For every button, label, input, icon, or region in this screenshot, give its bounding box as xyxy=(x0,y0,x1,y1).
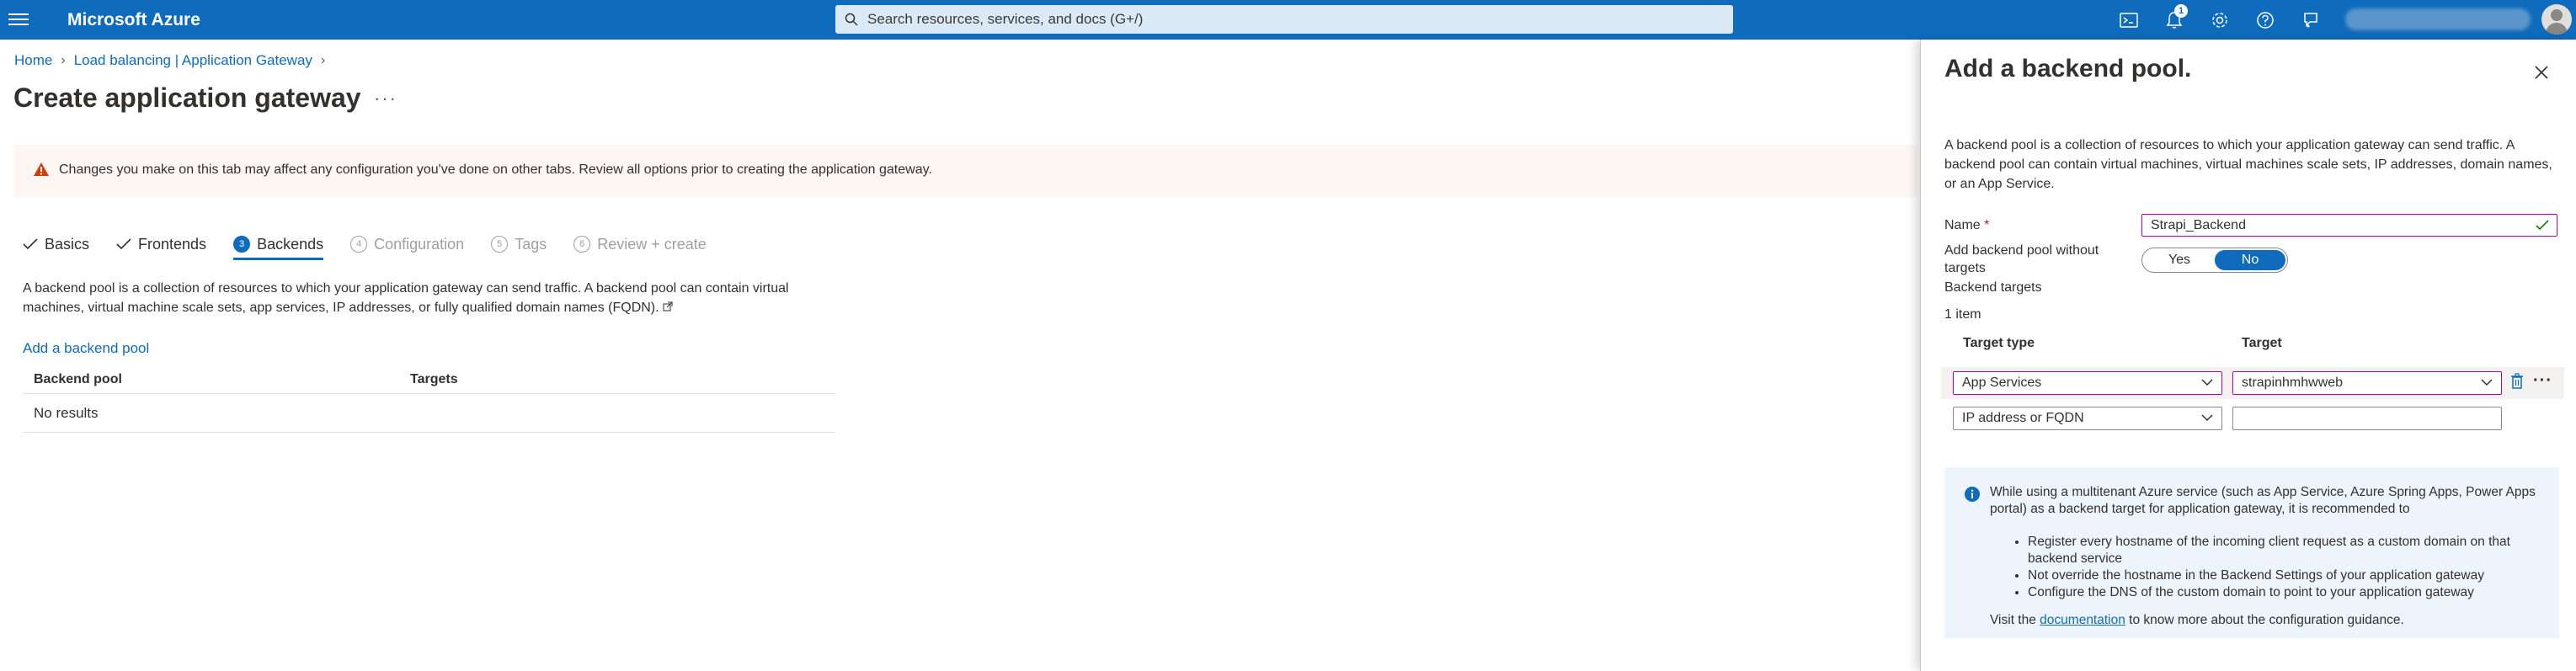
required-marker: * xyxy=(1984,218,1990,232)
target-type-value: IP address or FQDN xyxy=(1962,411,2084,425)
visit-suffix: to know more about the configuration gui… xyxy=(2129,613,2404,627)
settings-gear-icon[interactable] xyxy=(2205,8,2235,33)
step-number-badge: 3 xyxy=(233,236,251,253)
info-bullets: Register every hostname of the incoming … xyxy=(2028,534,2550,601)
target-dropdown-1[interactable]: strapinhmhwweb xyxy=(2232,371,2502,395)
tab-tags[interactable]: 5 Tags xyxy=(491,232,547,257)
help-icon[interactable] xyxy=(2250,8,2280,33)
external-link-icon[interactable] xyxy=(663,301,673,312)
tab-review-create[interactable]: 6 Review + create xyxy=(573,232,707,257)
notification-badge: 1 xyxy=(2174,4,2188,18)
target-type-dropdown-1[interactable]: App Services xyxy=(1953,371,2222,395)
add-backend-pool-panel: Add a backend pool. A backend pool is a … xyxy=(1920,40,2576,671)
backends-description: A backend pool is a collection of resour… xyxy=(23,279,831,317)
tab-label: Review + create xyxy=(597,235,707,253)
name-field[interactable] xyxy=(2141,214,2557,237)
more-options-icon[interactable]: ··· xyxy=(374,88,397,109)
backend-pool-table: Backend pool Targets No results xyxy=(23,365,835,433)
table-row-empty: No results xyxy=(23,394,835,433)
wizard-tabs: Basics Frontends 3 Backends 4 Configurat… xyxy=(23,232,733,260)
checkmark-icon xyxy=(116,238,131,250)
tab-configuration[interactable]: 4 Configuration xyxy=(350,232,464,257)
documentation-link[interactable]: documentation xyxy=(2040,613,2125,627)
tab-label: Frontends xyxy=(138,235,207,253)
toggle-no[interactable]: No xyxy=(2215,250,2285,270)
tab-backends[interactable]: 3 Backends xyxy=(233,232,324,260)
tab-frontends[interactable]: Frontends xyxy=(116,232,206,257)
column-header-backend-pool[interactable]: Backend pool xyxy=(23,372,410,387)
checkmark-icon xyxy=(23,238,38,250)
tab-label: Tags xyxy=(515,235,547,253)
notifications-icon[interactable]: 1 xyxy=(2159,4,2189,33)
page-title: Create application gateway xyxy=(13,83,361,113)
name-label-text: Name xyxy=(1944,218,1981,232)
info-bullet: Not override the hostname in the Backend… xyxy=(2028,567,2550,584)
name-label: Name * xyxy=(1944,218,1989,233)
warning-icon xyxy=(34,162,49,176)
info-bullet: Configure the DNS of the custom domain t… xyxy=(2028,584,2550,601)
table-header: Backend pool Targets xyxy=(23,365,835,394)
avatar[interactable] xyxy=(2541,4,2572,35)
item-count: 1 item xyxy=(1944,307,1981,322)
target-header: Target xyxy=(2242,336,2282,350)
search-input[interactable] xyxy=(867,5,1718,34)
tab-label: Backends xyxy=(257,235,324,253)
tab-label: Configuration xyxy=(374,235,465,253)
close-button[interactable] xyxy=(2529,60,2554,85)
warning-text: Changes you make on this tab may affect … xyxy=(59,162,932,177)
breadcrumb: Home › Load balancing | Application Gate… xyxy=(14,52,325,69)
account-name-blurred[interactable] xyxy=(2345,8,2531,30)
top-bar: Microsoft Azure 1 xyxy=(0,0,2576,40)
breadcrumb-home[interactable]: Home xyxy=(14,52,52,69)
valid-checkmark-icon xyxy=(2536,220,2549,231)
panel-title: Add a backend pool. xyxy=(1944,55,2192,83)
warning-banner: Changes you make on this tab may affect … xyxy=(14,145,1917,197)
hamburger-menu-icon[interactable] xyxy=(8,10,29,29)
without-targets-toggle[interactable]: Yes No xyxy=(2141,248,2288,273)
target-input-2[interactable] xyxy=(2232,407,2502,430)
global-search[interactable] xyxy=(835,5,1733,34)
close-icon xyxy=(2535,66,2548,79)
info-text: While using a multitenant Azure service … xyxy=(1990,485,2536,516)
feedback-icon[interactable] xyxy=(2296,8,2326,33)
chevron-right-icon: › xyxy=(320,53,326,67)
search-icon xyxy=(845,13,858,26)
column-header-targets[interactable]: Targets xyxy=(410,372,458,387)
tab-label: Basics xyxy=(45,235,90,253)
cloud-shell-icon[interactable] xyxy=(2114,8,2144,33)
chevron-down-icon xyxy=(2201,379,2213,386)
target-value: strapinhmhwweb xyxy=(2242,375,2344,390)
breadcrumb-load-balancing[interactable]: Load balancing | Application Gateway xyxy=(74,52,312,69)
add-backend-pool-link[interactable]: Add a backend pool xyxy=(23,340,149,357)
target-type-value: App Services xyxy=(1962,375,2042,390)
without-targets-label: Add backend pool without targets xyxy=(1944,243,2099,275)
chevron-down-icon xyxy=(2481,379,2493,386)
brand-title[interactable]: Microsoft Azure xyxy=(67,10,200,30)
row-more-options-icon[interactable]: ··· xyxy=(2533,372,2552,389)
toggle-yes[interactable]: Yes xyxy=(2144,250,2215,270)
backend-targets-label: Backend targets xyxy=(1944,280,2042,295)
step-number-badge: 6 xyxy=(573,236,591,253)
backends-description-text: A backend pool is a collection of resour… xyxy=(23,281,789,315)
step-number-badge: 4 xyxy=(350,236,368,253)
step-number-badge: 5 xyxy=(491,236,509,253)
visit-prefix: Visit the xyxy=(1990,613,2036,627)
info-visit-line: Visit the documentation to know more abo… xyxy=(1990,613,2404,628)
info-icon xyxy=(1965,487,1980,502)
chevron-right-icon: › xyxy=(61,53,66,67)
target-type-dropdown-2[interactable]: IP address or FQDN xyxy=(1953,407,2222,430)
info-bullet: Register every hostname of the incoming … xyxy=(2028,534,2550,567)
delete-trash-icon[interactable] xyxy=(2510,373,2524,390)
target-type-header: Target type xyxy=(1963,336,2035,350)
info-box: While using a multitenant Azure service … xyxy=(1944,467,2559,638)
chevron-down-icon xyxy=(2201,414,2213,422)
panel-description: A backend pool is a collection of resour… xyxy=(1944,138,2552,191)
tab-basics[interactable]: Basics xyxy=(23,232,89,257)
